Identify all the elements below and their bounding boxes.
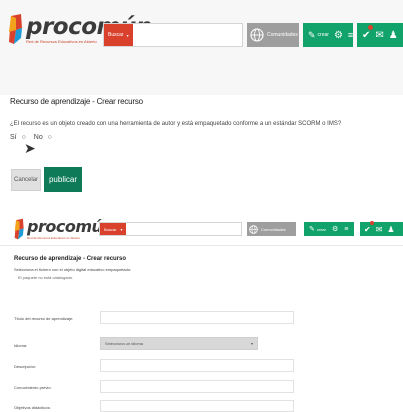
communities-button[interactable]: Comunidades (247, 23, 299, 47)
gear-icon[interactable]: ⚙ (334, 30, 343, 41)
objectives-field-label: Objetivos didácticos: (14, 405, 51, 410)
search-category-label: Buscar (108, 32, 124, 38)
menu-icon[interactable]: ≡ (344, 226, 348, 233)
radio-yes-label[interactable]: Sí (10, 134, 17, 141)
prior-knowledge-field-label: Conocimiento previo: (14, 385, 52, 390)
user-icon[interactable]: ♟ (387, 225, 394, 234)
language-select-value: Selecciona un idioma (105, 341, 144, 346)
language-select[interactable]: Selecciona un idioma ▾ (100, 337, 258, 350)
gear-icon[interactable]: ⚙ (332, 225, 338, 233)
globe-icon (250, 28, 264, 42)
description-field-label: Descripción: (14, 364, 37, 369)
logo-figure-icon (9, 14, 22, 44)
notification-icon[interactable]: ✔ (364, 220, 374, 234)
create-toolbar: ✎ crear ⚙ ≡ (304, 222, 354, 236)
create-label[interactable]: crear (318, 32, 329, 38)
edit-icon[interactable]: ✎ (308, 30, 316, 41)
user-toolbar: ✔ ✉ ♟ (357, 23, 403, 47)
language-field-label: Idioma: (14, 343, 28, 348)
cancel-button[interactable]: Cancelar (11, 169, 41, 191)
header-top: procomún Red de Recursos Educativos en A… (0, 0, 403, 95)
page-title: Recurso de aprendizaje - Crear recurso (10, 97, 143, 106)
description-field-input[interactable] (100, 359, 294, 372)
communities-label: Comunidades (267, 32, 298, 38)
logo-figure-icon (14, 218, 24, 239)
file-instruction: Selecciona el fichero con el objeto digi… (14, 267, 132, 272)
mail-icon[interactable]: ✉ (375, 30, 383, 41)
search-category-select[interactable]: Buscar ▾ (100, 223, 127, 235)
notification-icon[interactable]: ✔ (362, 24, 374, 41)
prior-knowledge-field-input[interactable] (100, 380, 294, 393)
radio-no-icon[interactable]: ○ (48, 134, 52, 141)
scorm-question: ¿El recurso es un objeto creado con una … (10, 121, 342, 127)
publish-button[interactable]: publicar (44, 167, 82, 192)
title-field-input[interactable] (100, 311, 294, 324)
logo-tagline: Red de Recursos Educativos en Abierto (27, 236, 81, 240)
communities-label: Comunidades (261, 226, 286, 232)
dropdown-arrow-icon: ▾ (250, 341, 253, 346)
page-title: Recurso de aprendizaje - Crear recurso (14, 256, 127, 262)
notification-badge (368, 24, 374, 30)
title-field-label: Título del recurso de aprendizaje: (14, 316, 74, 321)
create-toolbar: ✎ crear ⚙ ≡ (303, 23, 353, 47)
mouse-cursor-icon: ➤ (24, 140, 36, 156)
user-icon[interactable]: ♟ (389, 30, 398, 41)
header-second: procomún Red de Recursos Educativos en A… (0, 214, 403, 246)
objectives-field-input[interactable] (100, 400, 294, 412)
notification-badge (369, 220, 374, 225)
create-label[interactable]: crear (317, 227, 326, 232)
globe-icon (249, 224, 258, 234)
catalog-status-note: El paquete no está catalogado. (18, 275, 74, 280)
search-bar: Buscar ▾ (99, 222, 304, 236)
search-category-select[interactable]: Buscar ▾ (104, 24, 133, 46)
mail-icon[interactable]: ✉ (376, 225, 383, 234)
edit-icon[interactable]: ✎ (309, 225, 315, 233)
communities-button[interactable]: Comunidades (247, 222, 296, 236)
dropdown-arrow-icon: ▾ (120, 226, 123, 232)
dropdown-arrow-icon: ▾ (126, 32, 129, 38)
user-toolbar: ✔ ✉ ♟ (360, 220, 403, 236)
search-bar: Buscar ▾ (103, 23, 310, 47)
search-category-label: Buscar (104, 226, 117, 232)
menu-icon[interactable]: ≡ (348, 30, 353, 40)
